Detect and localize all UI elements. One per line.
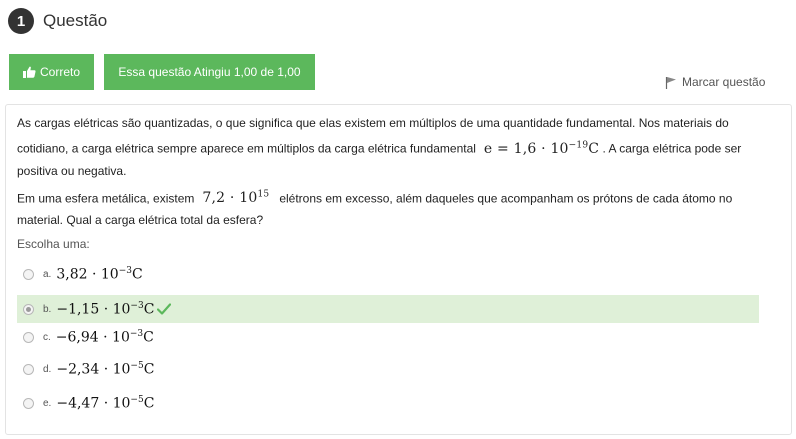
question-title: Questão bbox=[43, 11, 108, 30]
question-content-panel: As cargas elétricas são quantizadas, o q… bbox=[5, 104, 792, 435]
correct-status-badge: Correto bbox=[9, 54, 94, 90]
question-paragraph-1: As cargas elétricas são quantizadas, o q… bbox=[17, 112, 769, 182]
answer-letter: c. bbox=[43, 331, 51, 343]
answer-option-b[interactable]: b. −1,15 · 10−3C bbox=[17, 295, 759, 323]
flag-question-label: Marcar questão bbox=[682, 75, 766, 89]
radio-button[interactable] bbox=[23, 331, 34, 343]
grade-label: Essa questão Atingiu 1,00 de 1,00 bbox=[118, 65, 301, 79]
answer-letter: b. bbox=[43, 303, 52, 315]
thumbs-up-icon bbox=[22, 66, 36, 78]
choose-prompt: Escolha uma: bbox=[17, 237, 90, 251]
checkmark-icon bbox=[157, 303, 172, 315]
answer-value: 3,82 · 10−3C bbox=[56, 265, 143, 283]
radio-button[interactable] bbox=[23, 268, 34, 280]
correct-label: Correto bbox=[39, 65, 80, 79]
answer-option-c[interactable]: c. −6,94 · 10−3C bbox=[17, 323, 759, 351]
question-paragraph-2: Em uma esfera metálica, existem 7,2 · 10… bbox=[17, 184, 769, 232]
answer-value: −6,94 · 10−3C bbox=[55, 328, 154, 346]
answer-option-a[interactable]: a. 3,82 · 10−3C bbox=[17, 260, 759, 288]
question-text: As cargas elétricas são quantizadas, o q… bbox=[17, 112, 769, 231]
radio-button[interactable] bbox=[23, 397, 34, 409]
answer-option-d[interactable]: d. −2,34 · 10−5C bbox=[17, 355, 759, 383]
fundamental-charge-formula: e = 1,6 · 10−19C bbox=[483, 140, 600, 157]
grade-status-badge: Essa questão Atingiu 1,00 de 1,00 bbox=[104, 54, 315, 90]
answer-letter: d. bbox=[43, 363, 52, 375]
answer-value: −4,47 · 10−5C bbox=[56, 394, 155, 412]
question-number-badge: 1 bbox=[8, 8, 34, 34]
electron-count-formula: 7,2 · 1015 bbox=[202, 189, 270, 207]
answer-option-e[interactable]: e. −4,47 · 10−5C bbox=[17, 389, 759, 417]
answer-letter: a. bbox=[43, 268, 52, 280]
radio-button-checked[interactable] bbox=[23, 303, 34, 315]
question-text-part: Em uma esfera metálica, existem bbox=[17, 191, 195, 206]
flag-question-link[interactable]: Marcar questão bbox=[665, 74, 765, 90]
answer-value: −2,34 · 10−5C bbox=[56, 360, 155, 378]
answer-value: −1,15 · 10−3C bbox=[56, 300, 155, 318]
question-header: 1 Questão bbox=[8, 8, 107, 34]
radio-button[interactable] bbox=[23, 363, 34, 375]
flag-icon bbox=[665, 76, 676, 89]
answer-letter: e. bbox=[43, 397, 52, 409]
